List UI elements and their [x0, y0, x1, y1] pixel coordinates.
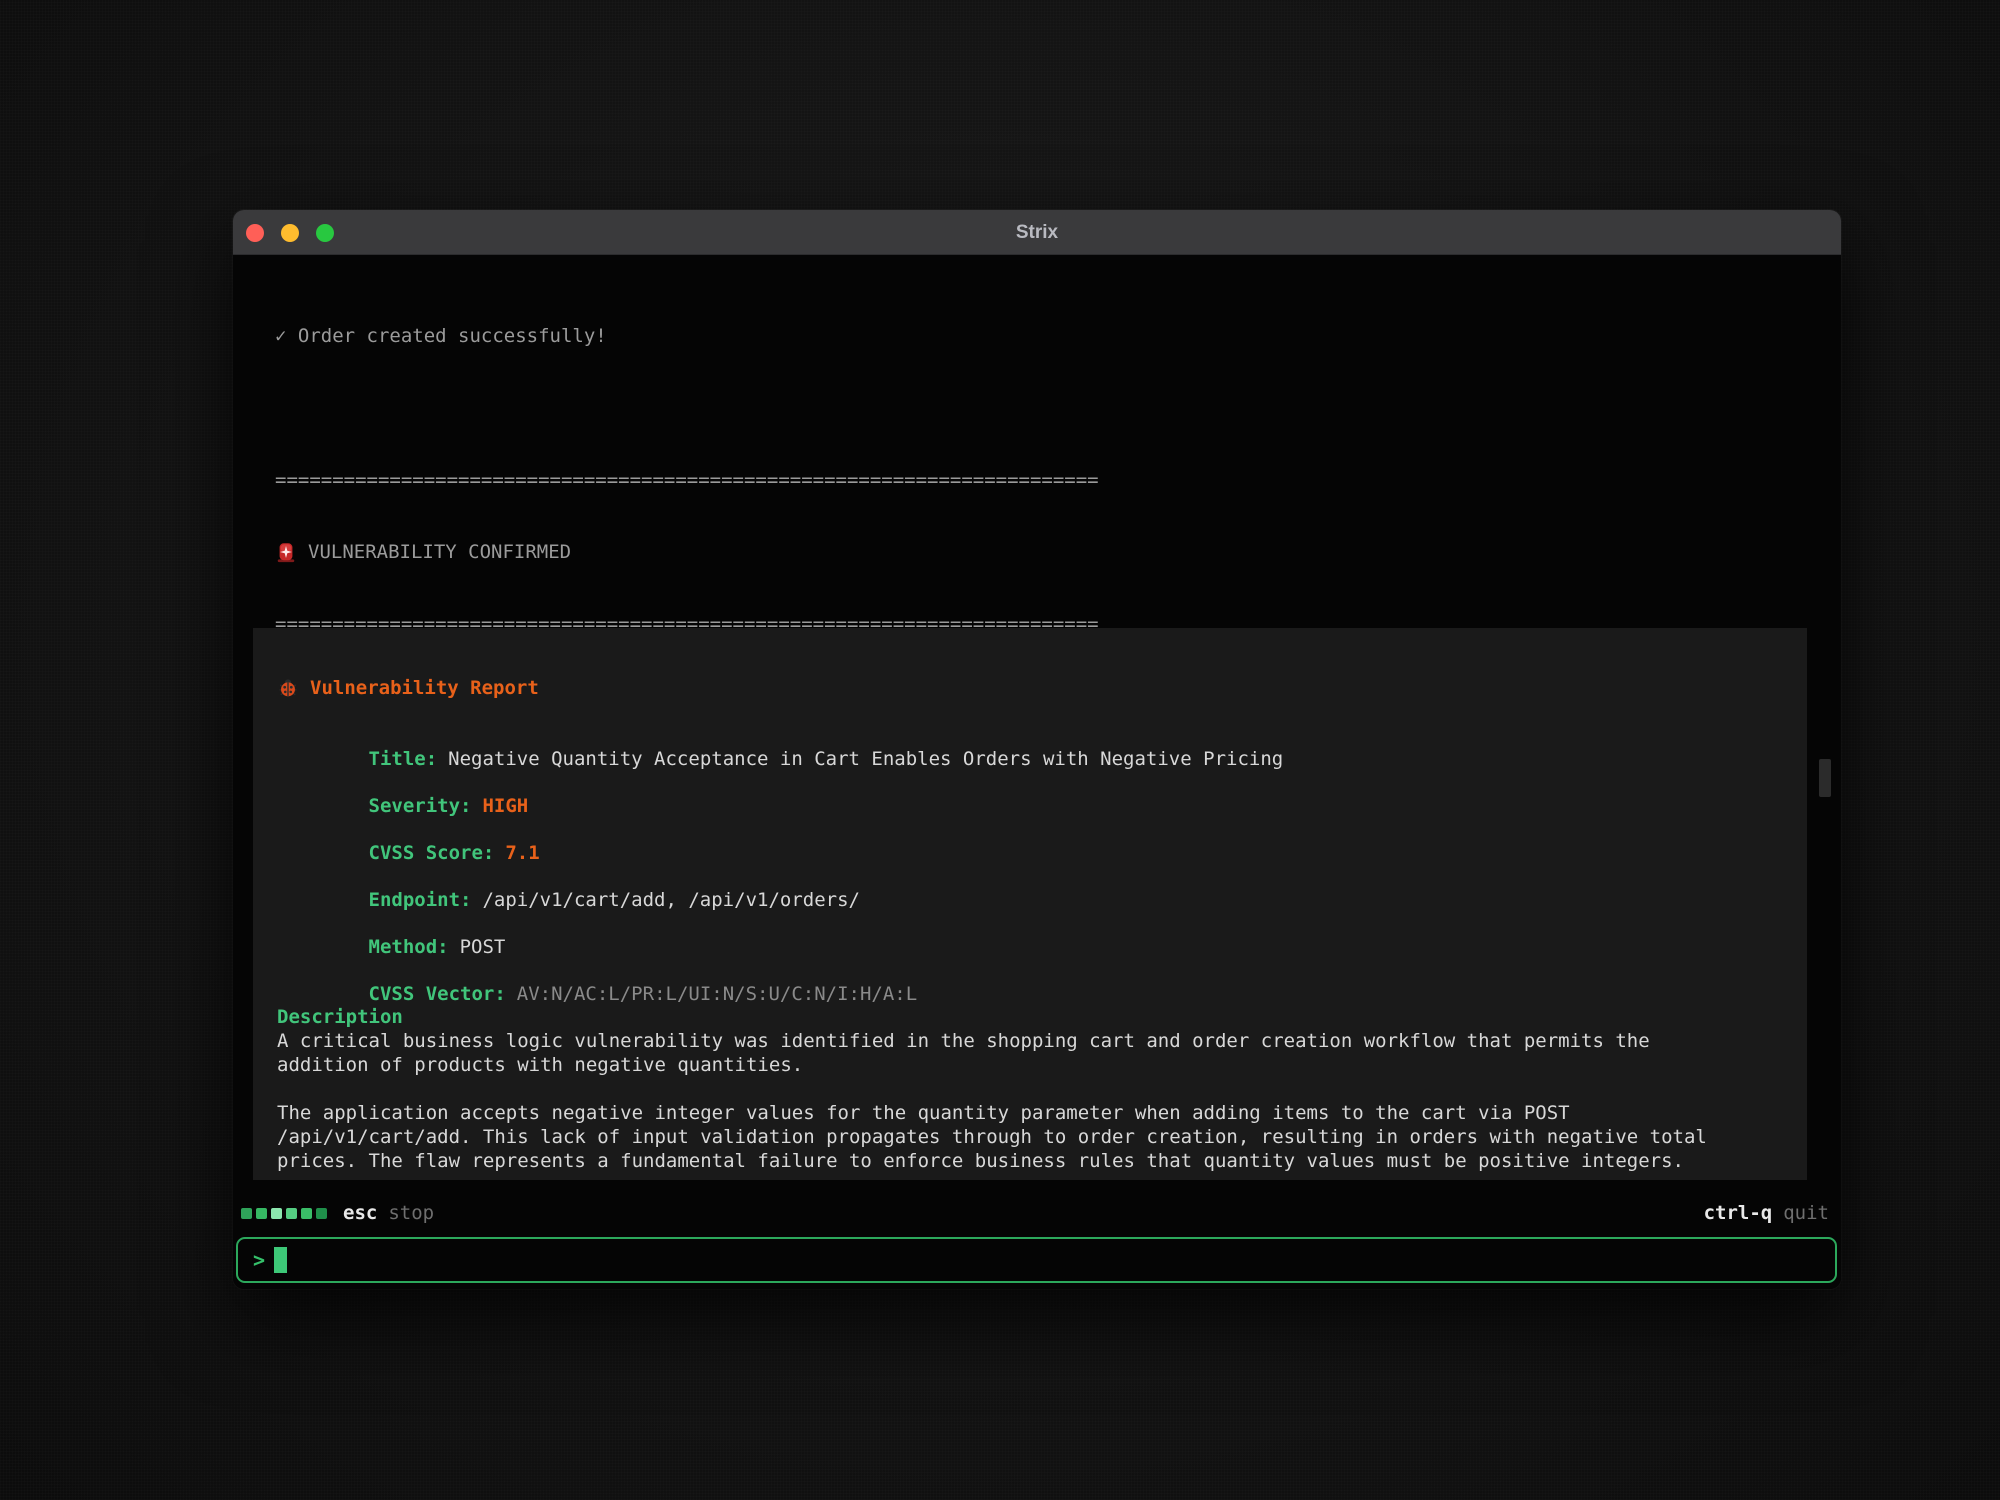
terminal-content: ✓ Order created successfully! ==========…	[233, 255, 1841, 1289]
description-line: prices. The flaw represents a fundamenta…	[277, 1149, 1783, 1173]
report-field-method: Method:POST	[277, 911, 1783, 935]
field-value: /api/v1/cart/add, /api/v1/orders/	[482, 889, 860, 911]
spinner-square	[256, 1208, 267, 1219]
field-label: CVSS Vector:	[369, 983, 506, 1005]
separator-line: ========================================…	[275, 468, 1099, 492]
description-line: The application accepts negative integer…	[277, 1101, 1783, 1125]
scrollbar-thumb[interactable]	[1819, 759, 1831, 797]
report-field-endpoint: Endpoint:/api/v1/cart/add, /api/v1/order…	[277, 864, 1783, 888]
command-input[interactable]: >	[236, 1237, 1837, 1283]
app-window: Strix ✓ Order created successfully! ====…	[233, 210, 1841, 1289]
vuln-confirmed-line: VULNERABILITY CONFIRMED	[275, 540, 1099, 564]
description-line: A critical business logic vulnerability …	[277, 1029, 1783, 1053]
description-heading: Description	[277, 1005, 1772, 1029]
report-header: Vulnerability Report	[277, 676, 1783, 700]
status-bar: esc stop ctrl-q quit	[241, 1201, 1829, 1225]
field-label: Severity:	[369, 795, 472, 817]
text-cursor	[274, 1247, 287, 1273]
prompt-chevron: >	[253, 1248, 265, 1272]
window-title: Strix	[233, 210, 1841, 255]
siren-icon	[275, 541, 297, 563]
report-field-cvss-score: CVSS Score:7.1	[277, 817, 1783, 841]
vulnerability-report-panel: Vulnerability Report Title:Negative Quan…	[253, 628, 1807, 1180]
severity-badge: HIGH	[482, 795, 528, 817]
quit-key-label: ctrl-q	[1704, 1202, 1773, 1224]
bug-icon	[277, 677, 299, 699]
description-line: addition of products with negative quant…	[277, 1053, 1783, 1077]
status-bar-right: ctrl-q quit	[1704, 1202, 1829, 1224]
vuln-confirmed-label: VULNERABILITY CONFIRMED	[308, 540, 571, 564]
activity-spinner	[241, 1208, 331, 1219]
report-field-severity: Severity:HIGH	[277, 770, 1783, 794]
spinner-square	[271, 1208, 282, 1219]
field-value: 7.1	[505, 842, 539, 864]
description-line: /api/v1/cart/add. This lack of input val…	[277, 1125, 1783, 1149]
title-bar[interactable]: Strix	[233, 210, 1841, 255]
spinner-square	[301, 1208, 312, 1219]
report-header-label: Vulnerability Report	[310, 676, 539, 700]
stop-action-label: stop	[388, 1202, 434, 1224]
report-field-cvss-vector: CVSS Vector:AV:N/AC:L/PR:L/UI:N/S:U/C:N/…	[277, 958, 1783, 982]
quit-action-label: quit	[1783, 1202, 1829, 1224]
field-label: Title:	[369, 748, 438, 770]
spinner-square	[286, 1208, 297, 1219]
field-label: Method:	[369, 936, 449, 958]
report-field-title: Title:Negative Quantity Acceptance in Ca…	[277, 723, 1783, 747]
field-value: Negative Quantity Acceptance in Cart Ena…	[448, 748, 1283, 770]
spinner-square	[241, 1208, 252, 1219]
field-label: CVSS Score:	[369, 842, 495, 864]
field-value: AV:N/AC:L/PR:L/UI:N/S:U/C:N/I:H/A:L	[517, 983, 917, 1005]
field-value: POST	[460, 936, 506, 958]
esc-key-label: esc	[343, 1202, 377, 1224]
spinner-square	[316, 1208, 327, 1219]
log-line-order-success: ✓ Order created successfully!	[275, 324, 1099, 348]
field-label: Endpoint:	[369, 889, 472, 911]
